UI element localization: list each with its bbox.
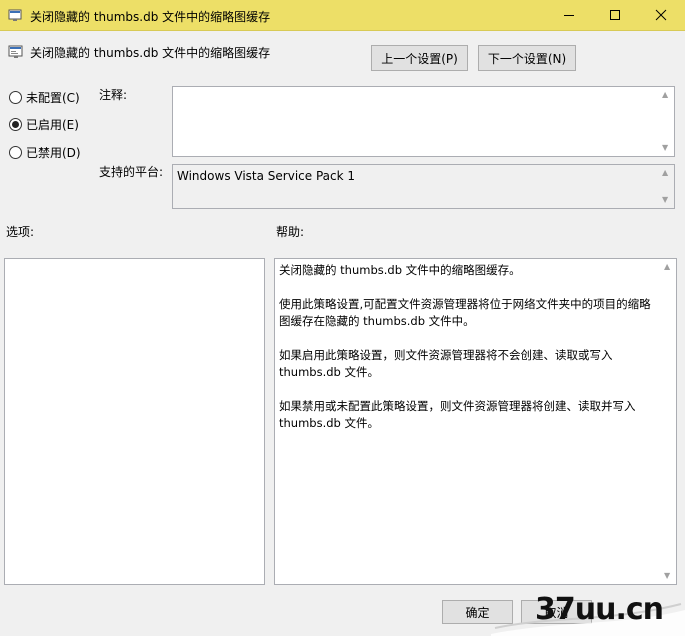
radio-circle[interactable] [9, 90, 22, 104]
radio-label: 未配置(C) [26, 90, 80, 105]
radio-disabled[interactable]: 已禁用(D) [9, 144, 81, 160]
platform-scrollbar[interactable]: ▲ ▼ [658, 165, 674, 208]
window-title: 关闭隐藏的 thumbs.db 文件中的缩略图缓存 [30, 10, 271, 24]
supported-platform-value: Windows Vista Service Pack 1 [177, 169, 355, 183]
scroll-up-icon[interactable]: ▲ [664, 263, 670, 271]
close-icon [655, 9, 667, 21]
scroll-down-icon[interactable]: ▼ [662, 196, 668, 204]
previous-setting-button[interactable]: 上一个设置(P) [371, 45, 468, 71]
radio-circle-selected[interactable] [9, 117, 22, 131]
help-scrollbar[interactable]: ▲ ▼ [660, 259, 676, 584]
radio-circle[interactable] [9, 145, 22, 159]
radio-not-configured[interactable]: 未配置(C) [9, 89, 80, 105]
scroll-up-icon[interactable]: ▲ [662, 169, 668, 177]
help-label: 帮助: [276, 225, 305, 239]
help-panel: 关闭隐藏的 thumbs.db 文件中的缩略图缓存。 使用此策略设置,可配置文件… [274, 258, 677, 585]
radio-enabled[interactable]: 已启用(E) [9, 116, 79, 132]
scroll-up-icon[interactable]: ▲ [662, 91, 668, 99]
supported-platform-label: 支持的平台: [99, 165, 164, 179]
title-bar: 关闭隐藏的 thumbs.db 文件中的缩略图缓存 [0, 0, 685, 31]
policy-setting-icon [8, 8, 22, 22]
supported-platform-box: Windows Vista Service Pack 1 ▲ ▼ [172, 164, 675, 209]
minimize-button[interactable] [546, 0, 592, 30]
comment-textarea[interactable]: ▲ ▼ [172, 86, 675, 157]
scroll-down-icon[interactable]: ▼ [662, 144, 668, 152]
help-paragraph: 使用此策略设置,可配置文件资源管理器将位于网络文件夹中的项目的缩略图缓存在隐藏的… [279, 297, 651, 328]
radio-label: 已禁用(D) [26, 145, 81, 160]
minimize-icon [564, 15, 574, 16]
help-paragraph: 关闭隐藏的 thumbs.db 文件中的缩略图缓存。 [279, 263, 521, 277]
watermark-text: 37uu.cn [535, 592, 664, 627]
radio-label: 已启用(E) [26, 117, 79, 132]
policy-name: 关闭隐藏的 thumbs.db 文件中的缩略图缓存 [30, 46, 271, 60]
maximize-icon [610, 10, 620, 20]
help-paragraph: 如果禁用或未配置此策略设置，则文件资源管理器将创建、读取并写入 thumbs.d… [279, 399, 636, 430]
comment-label: 注释: [99, 88, 128, 102]
help-text: 关闭隐藏的 thumbs.db 文件中的缩略图缓存。 使用此策略设置,可配置文件… [279, 262, 657, 449]
close-button[interactable] [638, 0, 684, 30]
next-setting-button[interactable]: 下一个设置(N) [478, 45, 576, 71]
comment-scrollbar[interactable]: ▲ ▼ [658, 87, 674, 156]
policy-setting-icon [8, 44, 24, 60]
maximize-button[interactable] [592, 0, 638, 30]
options-label: 选项: [6, 225, 35, 239]
options-panel [4, 258, 265, 585]
scroll-down-icon[interactable]: ▼ [664, 572, 670, 580]
watermark: 37uu.cn [491, 590, 685, 636]
help-paragraph: 如果启用此策略设置，则文件资源管理器将不会创建、读取或写入 thumbs.db … [279, 348, 613, 379]
